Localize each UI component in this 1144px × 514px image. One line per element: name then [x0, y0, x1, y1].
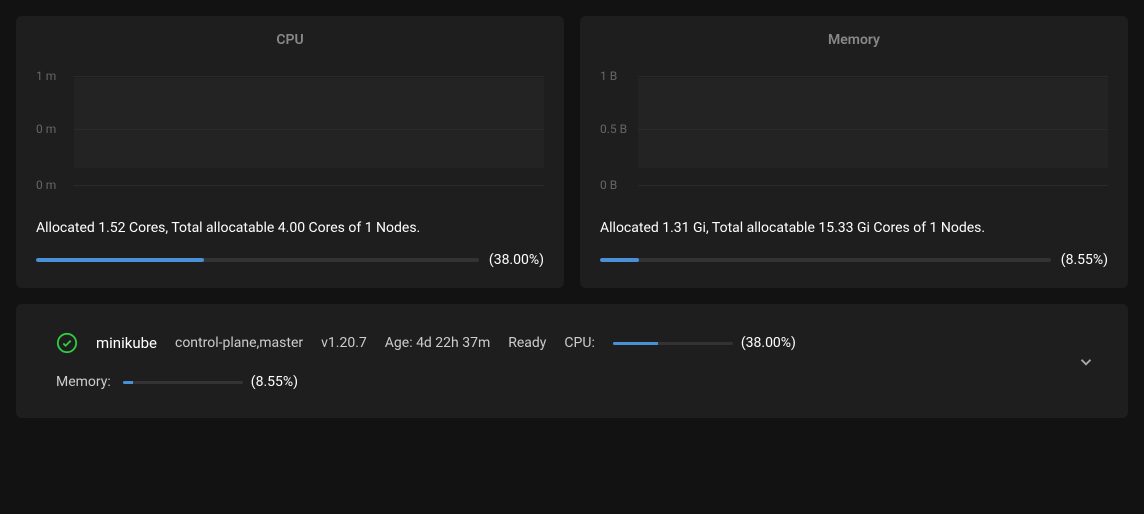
memory-ylabel-1: 0.5 B [600, 122, 627, 136]
cpu-card-title: CPU [36, 32, 544, 48]
node-cpu-label: CPU: [564, 335, 594, 351]
node-cpu-percent: (38.00%) [741, 335, 796, 351]
cpu-ylabel-2: 0 m [36, 178, 56, 192]
memory-progress-bar [600, 258, 1051, 262]
memory-chart-area: 1 B 0.5 B 0 B [600, 56, 1108, 196]
cpu-resource-card: CPU 1 m 0 m 0 m Allocated 1.52 Cores, To… [16, 16, 564, 288]
cpu-chart-area: 1 m 0 m 0 m [36, 56, 544, 196]
memory-gridline [638, 129, 1108, 130]
node-version: v1.20.7 [321, 335, 367, 351]
node-card[interactable]: minikube control-plane,master v1.20.7 Ag… [16, 304, 1128, 418]
cpu-gridline [74, 76, 544, 77]
node-memory-bar [123, 381, 243, 384]
cpu-progress-fill [36, 258, 204, 262]
memory-progress-row: (8.55%) [600, 252, 1108, 268]
node-memory-percent: (8.55%) [251, 374, 298, 390]
node-memory-fill [123, 381, 133, 384]
cpu-chart-plot [74, 78, 544, 168]
node-cpu-progress: (38.00%) [613, 335, 796, 351]
memory-progress-fill [600, 258, 639, 262]
cpu-ylabel-1: 0 m [36, 122, 56, 136]
cpu-progress-bar [36, 258, 479, 262]
memory-allocated-text: Allocated 1.31 Gi, Total allocatable 15.… [600, 220, 1108, 236]
cpu-gridline [74, 129, 544, 130]
node-age: Age: 4d 22h 37m [385, 335, 490, 351]
memory-gridline [638, 76, 1108, 77]
memory-card-title: Memory [600, 32, 1108, 48]
cpu-ylabel-0: 1 m [36, 69, 56, 83]
memory-ylabel-2: 0 B [600, 178, 617, 192]
node-cpu-bar [613, 342, 733, 345]
memory-progress-percent: (8.55%) [1061, 252, 1108, 268]
node-roles: control-plane,master [175, 335, 303, 351]
cpu-allocated-text: Allocated 1.52 Cores, Total allocatable … [36, 220, 544, 236]
memory-chart-plot [638, 78, 1108, 168]
memory-ylabel-0: 1 B [600, 69, 617, 83]
cpu-progress-percent: (38.00%) [489, 252, 544, 268]
chevron-down-icon[interactable] [1074, 350, 1098, 374]
cpu-gridline [74, 185, 544, 186]
node-cpu-fill [613, 342, 659, 345]
node-name: minikube [96, 334, 157, 352]
memory-gridline [638, 185, 1108, 186]
cpu-progress-row: (38.00%) [36, 252, 544, 268]
node-memory-label: Memory: [56, 374, 111, 390]
node-memory-progress: (8.55%) [123, 374, 298, 390]
node-row: minikube control-plane,master v1.20.7 Ag… [56, 332, 1088, 390]
node-status: Ready [508, 335, 546, 351]
check-circle-icon [56, 332, 78, 354]
memory-resource-card: Memory 1 B 0.5 B 0 B Allocated 1.31 Gi, … [580, 16, 1128, 288]
node-memory-line: Memory: (8.55%) [56, 374, 1088, 390]
